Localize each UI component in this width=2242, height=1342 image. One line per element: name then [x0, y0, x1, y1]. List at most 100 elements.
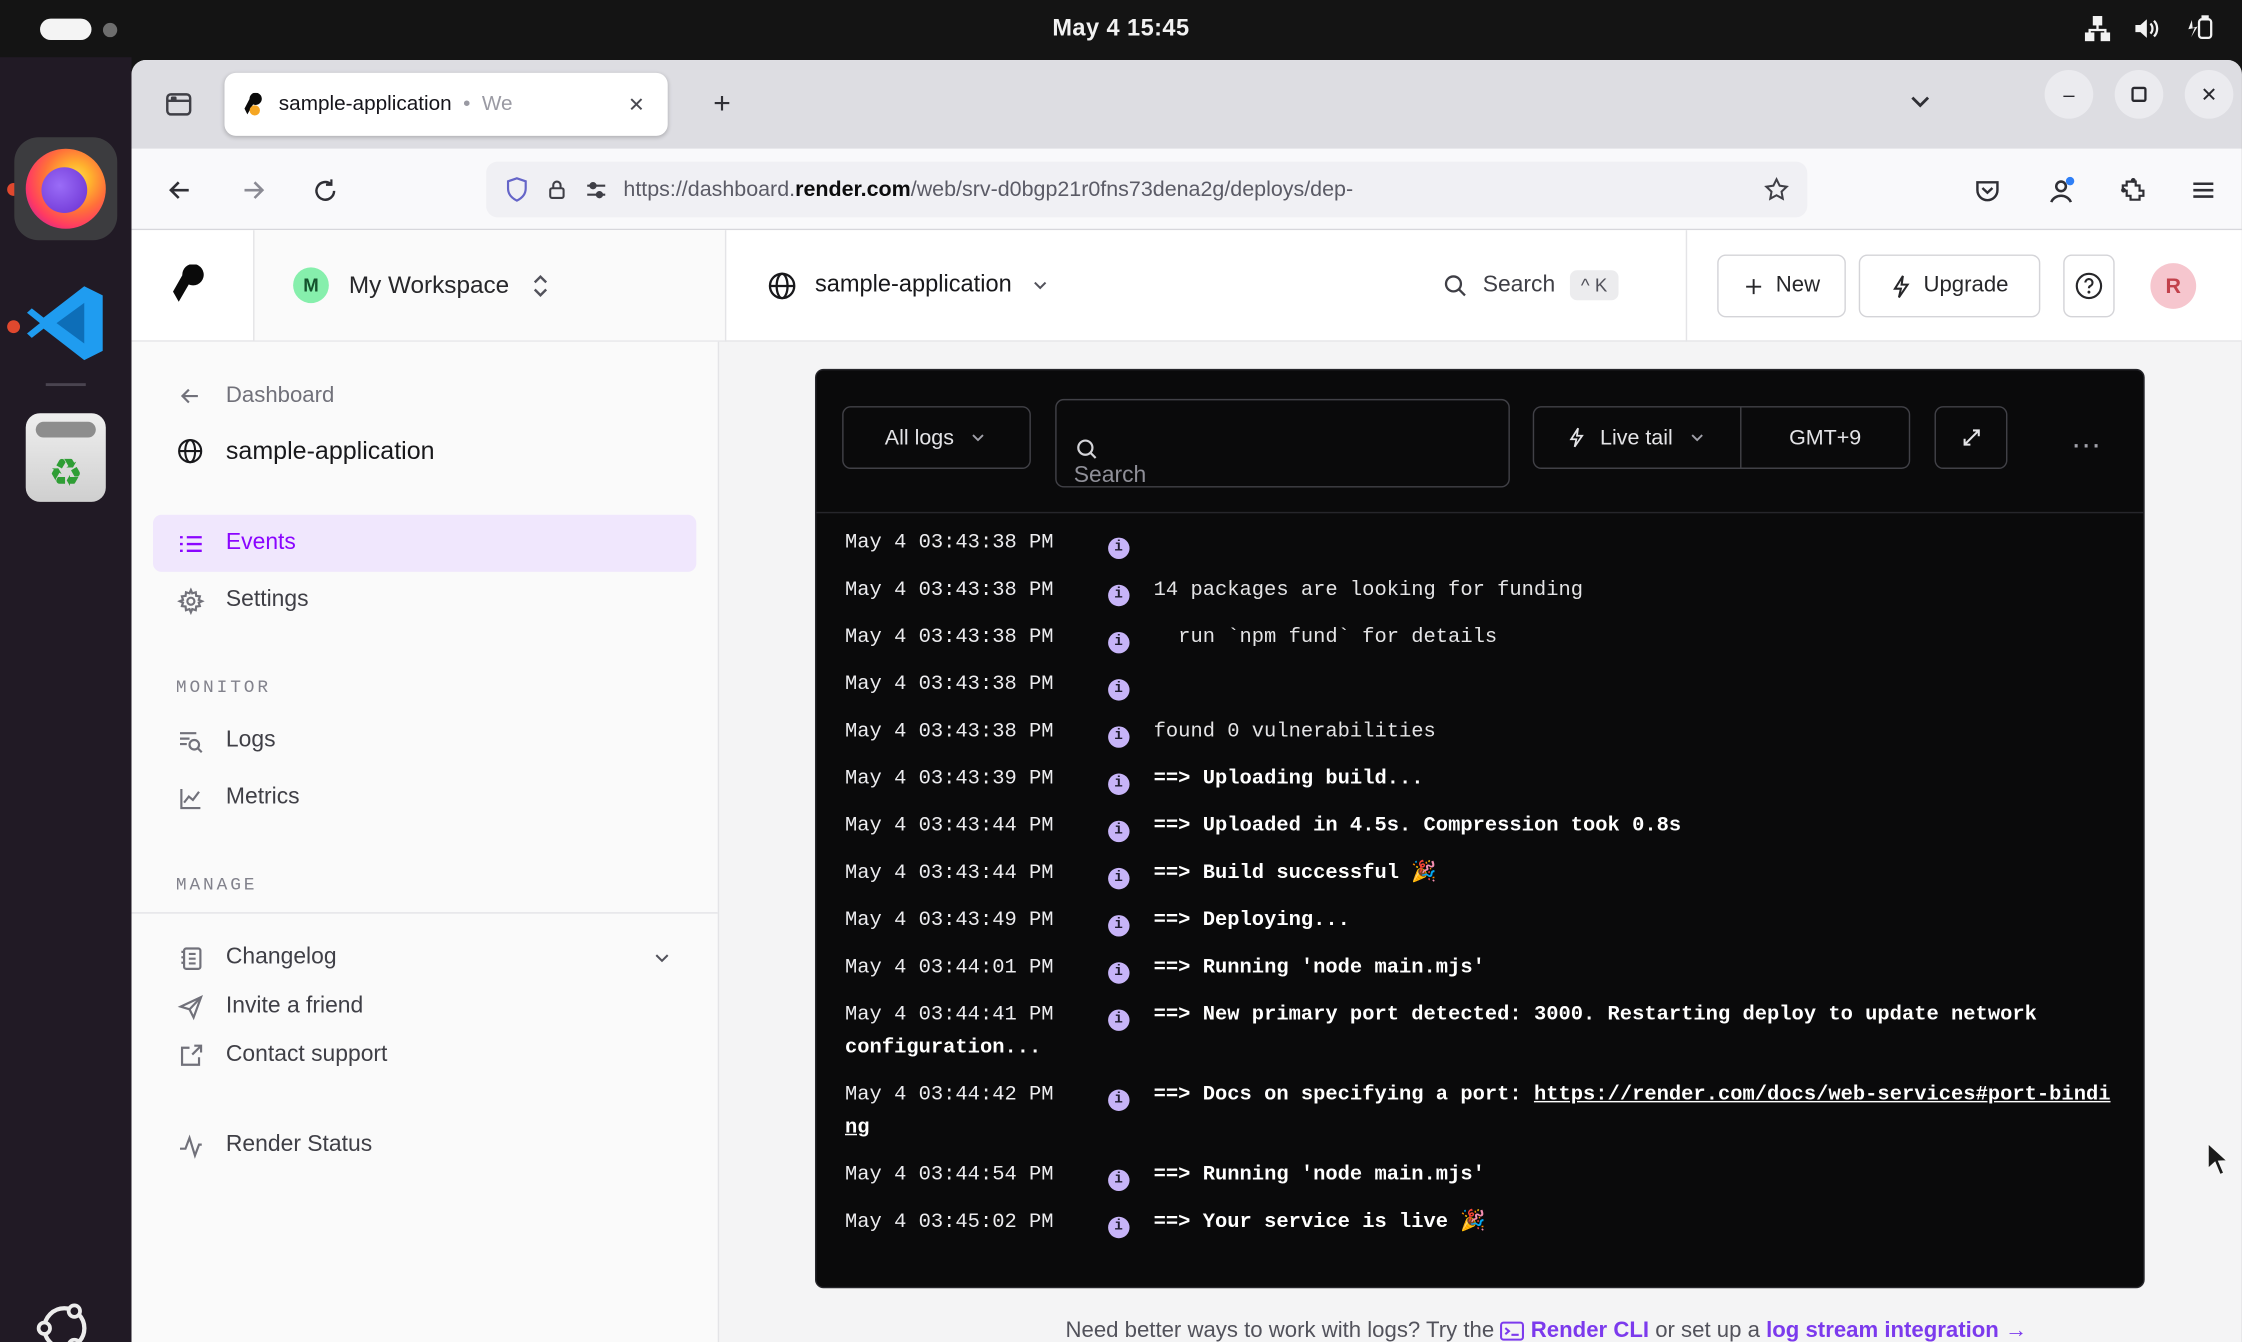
logs-search-icon	[176, 726, 205, 755]
log-timestamp: May 4 03:44:42 PM	[845, 1084, 1054, 1107]
log-arrow: ==>	[1154, 1004, 1203, 1027]
external-link-icon	[176, 1041, 205, 1070]
lightning-icon	[1891, 274, 1912, 298]
log-message: ==> Your service is live 🎉	[1154, 1211, 1486, 1234]
log-filter-dropdown[interactable]: All logs	[842, 406, 1031, 469]
log-entry: May 4 03:43:44 PMi==> Build successful 🎉	[845, 851, 2115, 898]
help-button[interactable]	[2063, 255, 2114, 318]
log-timestamp: May 4 03:43:44 PM	[845, 862, 1054, 885]
render-cli-link[interactable]: Render CLI	[1531, 1318, 1649, 1342]
workspace-selector[interactable]: M My Workspace	[255, 230, 725, 340]
workspace-chevrons-icon	[529, 271, 552, 300]
url-text: https://dashboard.render.com/web/srv-d0b…	[623, 177, 1748, 201]
window-minimize-button[interactable]: –	[2045, 70, 2094, 119]
new-tab-button[interactable]: +	[701, 83, 744, 126]
log-search-input[interactable]: Search	[1055, 399, 1510, 488]
reload-icon[interactable]	[303, 169, 346, 212]
firefox-view-icon[interactable]	[157, 84, 200, 124]
sidebar-item-render-status[interactable]: Render Status	[153, 1117, 696, 1174]
upgrade-button[interactable]: Upgrade	[1859, 255, 2041, 318]
info-icon: i	[1108, 868, 1129, 889]
window-close-button[interactable]: ✕	[2185, 70, 2234, 119]
chevron-down-icon	[1029, 275, 1050, 296]
toolbar-divider	[816, 512, 2143, 513]
extensions-icon[interactable]	[2112, 169, 2155, 212]
log-entry: May 4 03:44:01 PMi==> Running 'node main…	[845, 945, 2115, 992]
sidebar-item-contact-support[interactable]: Contact support	[153, 1031, 696, 1080]
sidebar-item-changelog[interactable]: Changelog	[153, 934, 696, 983]
log-entry: May 4 03:43:39 PMi==> Uploading build...	[845, 756, 2115, 803]
log-timestamp: May 4 03:43:38 PM	[845, 673, 1054, 696]
account-icon[interactable]	[2039, 169, 2082, 212]
log-entry: May 4 03:43:38 PMi run `npm fund` for de…	[845, 615, 2115, 662]
system-clock[interactable]: May 4 15:45	[0, 0, 2242, 57]
system-tray[interactable]	[2083, 0, 2219, 57]
sidebar-divider	[132, 912, 718, 913]
menu-icon[interactable]	[2182, 169, 2225, 212]
sidebar-item-invite[interactable]: Invite a friend	[153, 982, 696, 1031]
dock-firefox-icon[interactable]	[14, 137, 117, 240]
service-selector[interactable]: sample-application	[766, 230, 1050, 340]
live-tail-group: Live tail GMT+9	[1533, 406, 1910, 469]
timezone-button[interactable]: GMT+9	[1740, 407, 1909, 467]
active-tab[interactable]: sample-application • We ✕	[224, 73, 667, 136]
log-stream-link[interactable]: log stream integration →	[1766, 1318, 2027, 1342]
back-icon[interactable]	[159, 169, 202, 212]
bookmark-star-icon[interactable]	[1763, 176, 1790, 203]
forward-icon[interactable]	[232, 169, 275, 212]
search-icon	[1441, 272, 1468, 299]
gear-icon	[176, 586, 205, 615]
list-all-tabs-icon[interactable]	[1904, 86, 1935, 117]
more-options-button[interactable]: …	[2070, 406, 2103, 469]
info-icon: i	[1108, 962, 1129, 983]
log-message: ==> Running 'node main.mjs'	[1154, 957, 1485, 980]
new-button[interactable]: New	[1717, 255, 1846, 318]
window-maximize-button[interactable]	[2115, 70, 2164, 119]
search-icon	[1074, 436, 1492, 462]
pocket-icon[interactable]	[1966, 169, 2009, 212]
chevron-down-icon	[968, 428, 988, 448]
log-timestamp: May 4 03:43:39 PM	[845, 768, 1054, 791]
account-avatar[interactable]: R	[2150, 263, 2196, 309]
render-logo-icon[interactable]	[169, 265, 212, 308]
log-message: found 0 vulnerabilities	[1154, 721, 1436, 744]
tracking-shield-icon[interactable]	[503, 176, 530, 203]
log-timestamp: May 4 03:43:38 PM	[845, 626, 1054, 649]
network-icon	[2083, 14, 2112, 43]
tab-close-icon[interactable]: ✕	[622, 89, 650, 119]
dock-trash-icon[interactable]: ♻	[14, 406, 117, 509]
log-arrow: ==>	[1154, 1211, 1203, 1234]
log-lines: May 4 03:43:38 PMiMay 4 03:43:38 PMi14 p…	[845, 520, 2115, 1246]
screen: May 4 15:45	[0, 0, 2242, 1342]
ubuntu-logo-icon[interactable]	[31, 1295, 97, 1342]
permissions-icon[interactable]	[583, 177, 609, 203]
lock-icon[interactable]	[545, 177, 569, 201]
global-search-button[interactable]: Search ^ K	[1441, 230, 1618, 340]
sidebar-back-dashboard[interactable]: Dashboard	[153, 373, 696, 419]
expand-logs-button[interactable]	[1935, 406, 2008, 469]
paper-plane-icon	[176, 992, 205, 1021]
info-icon: i	[1108, 726, 1129, 747]
search-label: Search	[1483, 272, 1555, 298]
log-entry: May 4 03:43:49 PMi==> Deploying...	[845, 898, 2115, 945]
status-pulse-icon	[176, 1131, 205, 1160]
url-bar[interactable]: https://dashboard.render.com/web/srv-d0b…	[486, 162, 1807, 218]
workspace-avatar: M	[293, 267, 329, 303]
log-timestamp: May 4 03:43:38 PM	[845, 579, 1054, 602]
log-arrow: ==>	[1154, 862, 1203, 885]
header-divider-2	[725, 230, 726, 342]
sidebar-service-name[interactable]: sample-application	[153, 419, 696, 483]
sidebar-item-logs[interactable]: Logs	[153, 712, 696, 769]
sidebar-item-settings[interactable]: Settings	[153, 572, 696, 629]
info-icon: i	[1108, 538, 1129, 559]
chevron-down-icon[interactable]	[651, 947, 674, 970]
sidebar-item-events[interactable]: Events	[153, 515, 696, 572]
live-tail-dropdown[interactable]: Live tail	[1534, 407, 1740, 467]
log-entry: May 4 03:44:42 PMi==> Docs on specifying…	[845, 1072, 2115, 1152]
render-dashboard: M My Workspace sample-appli	[132, 230, 2242, 1342]
dock-vscode-icon[interactable]	[14, 272, 117, 375]
log-entry: May 4 03:43:38 PMi	[845, 662, 2115, 709]
tab-favicon-render	[242, 92, 266, 116]
sidebar-item-metrics[interactable]: Metrics	[153, 769, 696, 826]
chevron-down-icon	[1687, 428, 1707, 448]
